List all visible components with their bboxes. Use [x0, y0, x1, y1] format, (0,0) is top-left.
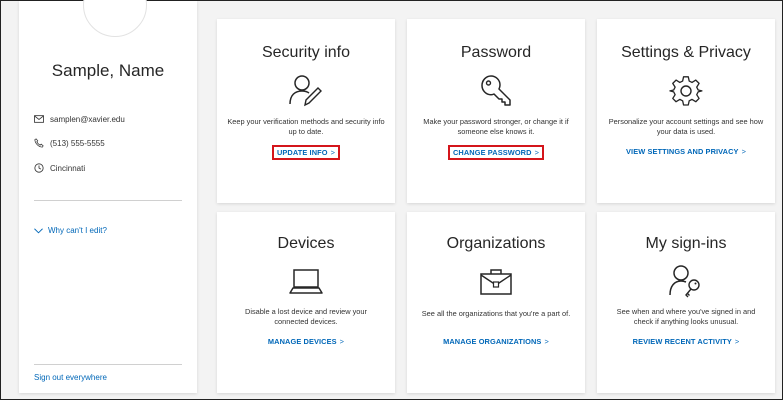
manage-organizations-label: MANAGE ORGANIZATIONS — [443, 337, 542, 346]
tile-password: Password Make your password stronger, or… — [407, 19, 585, 203]
chevron-right-icon: > — [534, 148, 539, 157]
tile-organizations: Organizations See all the organizations … — [407, 212, 585, 393]
profile-location-row: Cincinnati — [34, 163, 85, 173]
profile-card: Sample, Name samplen@xavier.edu (513) 55… — [19, 0, 197, 393]
page-frame: Sample, Name samplen@xavier.edu (513) 55… — [0, 0, 783, 400]
change-password-label: CHANGE PASSWORD — [453, 148, 532, 157]
manage-devices-button[interactable]: MANAGE DEVICES > — [264, 335, 348, 348]
change-password-highlight[interactable]: CHANGE PASSWORD > — [448, 145, 544, 160]
laptop-icon — [289, 269, 323, 294]
tile-signins-desc: See when and where you've signed in and … — [616, 307, 756, 326]
review-recent-activity-label: REVIEW RECENT ACTIVITY — [632, 337, 732, 346]
why-cant-i-edit-link[interactable]: Why can't I edit? — [34, 226, 107, 235]
user-edit-icon — [289, 75, 322, 107]
tile-password-title: Password — [460, 44, 532, 61]
view-settings-link[interactable]: VIEW SETTINGS AND PRIVACY > — [597, 145, 775, 158]
profile-phone-row: (513) 555-5555 — [34, 138, 105, 148]
tile-organizations-desc: See all the organizations that you're a … — [421, 309, 571, 318]
profile-email-row: samplen@xavier.edu — [34, 114, 125, 124]
tile-signins-title: My sign-ins — [645, 235, 727, 252]
tile-settings-desc: Personalize your account settings and se… — [608, 117, 764, 136]
avatar — [83, 0, 147, 37]
update-info-label: UPDATE INFO — [276, 148, 328, 157]
review-recent-activity-button[interactable]: REVIEW RECENT ACTIVITY > — [629, 335, 744, 348]
mail-icon — [34, 115, 44, 123]
tile-security-info: Security info Keep your verification met… — [217, 19, 395, 203]
why-cant-i-edit-label: Why can't I edit? — [48, 226, 107, 235]
tile-settings-privacy: Settings & Privacy Personalize your acco… — [597, 19, 775, 203]
gear-icon — [669, 76, 703, 106]
profile-name: Sample, Name — [51, 61, 165, 80]
profile-email: samplen@xavier.edu — [50, 114, 125, 124]
phone-icon — [34, 138, 44, 148]
profile-location: Cincinnati — [50, 163, 86, 173]
key-icon — [481, 75, 511, 106]
clock-icon — [34, 163, 44, 173]
tile-organizations-title: Organizations — [446, 235, 546, 252]
briefcase-icon — [480, 269, 512, 295]
tile-devices: Devices Disable a lost device and review… — [217, 212, 395, 393]
manage-organizations-link[interactable]: MANAGE ORGANIZATIONS > — [407, 335, 585, 348]
chevron-right-icon: > — [330, 148, 336, 157]
sign-out-everywhere-link[interactable]: Sign out everywhere — [34, 373, 107, 382]
chevron-right-icon: > — [339, 337, 345, 346]
change-password-link[interactable]: CHANGE PASSWORD > — [407, 145, 585, 160]
chevron-right-icon: > — [544, 337, 549, 346]
chevron-right-icon: > — [734, 337, 740, 346]
tile-settings-title: Settings & Privacy — [621, 44, 751, 61]
update-info-link[interactable]: UPDATE INFO > — [217, 145, 395, 160]
tile-password-desc: Make your password stronger, or change i… — [423, 117, 569, 136]
profile-divider — [34, 200, 182, 201]
tile-security-desc: Keep your verification methods and secur… — [227, 117, 385, 136]
view-settings-button[interactable]: VIEW SETTINGS AND PRIVACY > — [622, 145, 750, 158]
tile-devices-desc: Disable a lost device and review your co… — [244, 307, 367, 326]
chevron-down-icon — [34, 227, 43, 233]
profile-phone: (513) 555-5555 — [50, 138, 105, 148]
tile-my-sign-ins: My sign-ins See when and where you've si… — [597, 212, 775, 393]
manage-devices-label: MANAGE DEVICES — [267, 337, 337, 346]
tile-devices-title: Devices — [277, 235, 335, 252]
chevron-right-icon: > — [741, 147, 746, 156]
review-recent-activity-link[interactable]: REVIEW RECENT ACTIVITY > — [597, 335, 775, 348]
view-settings-label: VIEW SETTINGS AND PRIVACY — [626, 147, 739, 156]
user-key-icon — [669, 265, 700, 298]
manage-organizations-button[interactable]: MANAGE ORGANIZATIONS > — [439, 335, 553, 348]
manage-devices-link[interactable]: MANAGE DEVICES > — [217, 335, 395, 348]
tile-security-title: Security info — [261, 44, 351, 61]
update-info-highlight[interactable]: UPDATE INFO > — [271, 145, 341, 160]
profile-divider-bottom — [34, 364, 182, 365]
